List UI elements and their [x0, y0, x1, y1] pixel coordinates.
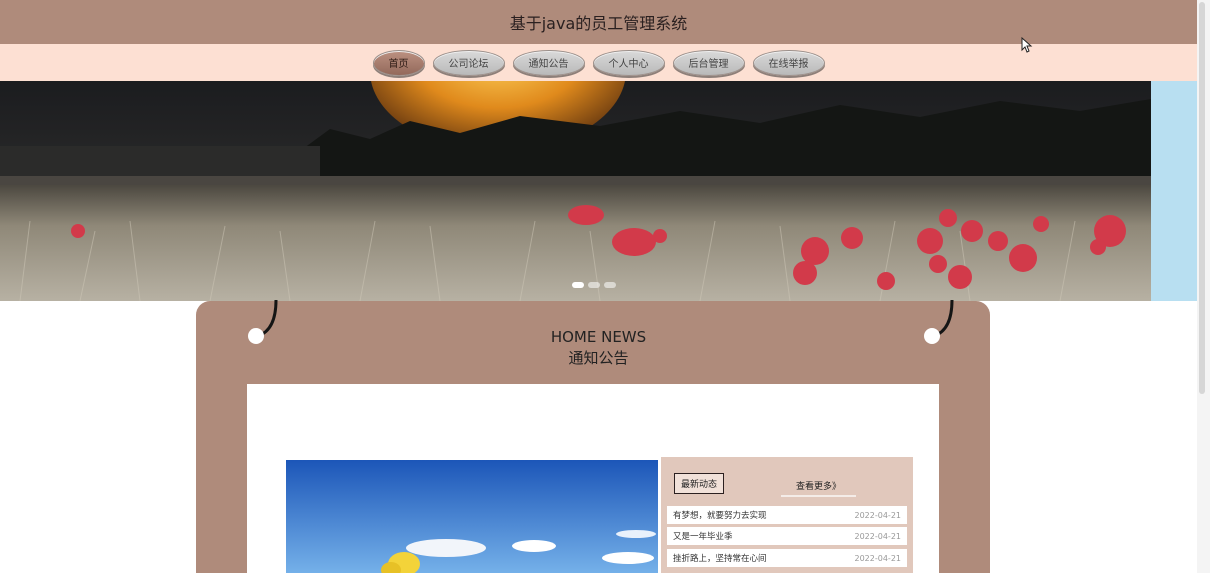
- site-title: 基于java的员工管理系统: [509, 14, 688, 33]
- carousel-dots: [572, 282, 616, 288]
- banner-carousel[interactable]: [0, 81, 1151, 301]
- news-item-date: 2022-04-21: [854, 531, 902, 541]
- landscape-photo: [286, 460, 658, 573]
- news-featured-image[interactable]: [286, 460, 658, 573]
- nav-item-forum[interactable]: 公司论坛: [432, 49, 505, 76]
- view-more-link[interactable]: 查看更多》: [781, 479, 856, 497]
- nav-item-notice[interactable]: 通知公告: [512, 49, 585, 76]
- news-item-date: 2022-04-21: [854, 510, 902, 520]
- news-heading-cn: 通知公告: [568, 349, 629, 367]
- scrollbar-thumb[interactable]: [1199, 2, 1205, 394]
- news-item-date: 2022-04-21: [854, 553, 902, 563]
- news-item-title: 有梦想，就要努力去实现: [673, 511, 767, 521]
- banner-image: [0, 81, 1151, 301]
- mouse-cursor-icon: [1021, 37, 1033, 53]
- site-header: 基于java的员工管理系统: [0, 0, 1197, 44]
- nav-item-profile[interactable]: 个人中心: [592, 49, 665, 76]
- nav-item-admin[interactable]: 后台管理: [672, 49, 745, 76]
- main-nav: 首页 公司论坛 通知公告 个人中心 后台管理 在线举报: [0, 44, 1197, 81]
- nav-item-report[interactable]: 在线举报: [752, 49, 825, 76]
- nav-item-home-label: 首页: [388, 59, 409, 70]
- nav-item-notice-label: 通知公告: [528, 59, 569, 70]
- page: 基于java的员工管理系统 首页 公司论坛 通知公告 个人中心 后台管理 在线举…: [0, 0, 1210, 573]
- nav-item-admin-label: 后台管理: [688, 59, 729, 70]
- nav-item-report-label: 在线举报: [768, 59, 809, 70]
- news-item-title: 挫折路上，坚持常在心间: [673, 554, 767, 564]
- news-list-item[interactable]: 挫折路上，坚持常在心间 2022-04-21: [667, 549, 907, 567]
- page-scrollbar[interactable]: [1197, 0, 1210, 573]
- nav-item-home[interactable]: 首页: [372, 49, 425, 76]
- news-list-item[interactable]: 有梦想，就要努力去实现 2022-04-21: [667, 506, 907, 524]
- carousel-dot[interactable]: [572, 282, 584, 288]
- nav-item-profile-label: 个人中心: [608, 59, 649, 70]
- nav-item-forum-label: 公司论坛: [448, 59, 489, 70]
- news-heading: HOME NEWS 通知公告: [0, 327, 1197, 369]
- carousel-dot[interactable]: [588, 282, 600, 288]
- latest-news-tab[interactable]: 最新动态: [674, 473, 724, 494]
- news-item-title: 又是一年毕业季: [673, 532, 733, 542]
- banner-edge: [1151, 81, 1197, 301]
- news-list-item[interactable]: 又是一年毕业季 2022-04-21: [667, 527, 907, 545]
- carousel-dot[interactable]: [604, 282, 616, 288]
- news-heading-en: HOME NEWS: [550, 328, 647, 346]
